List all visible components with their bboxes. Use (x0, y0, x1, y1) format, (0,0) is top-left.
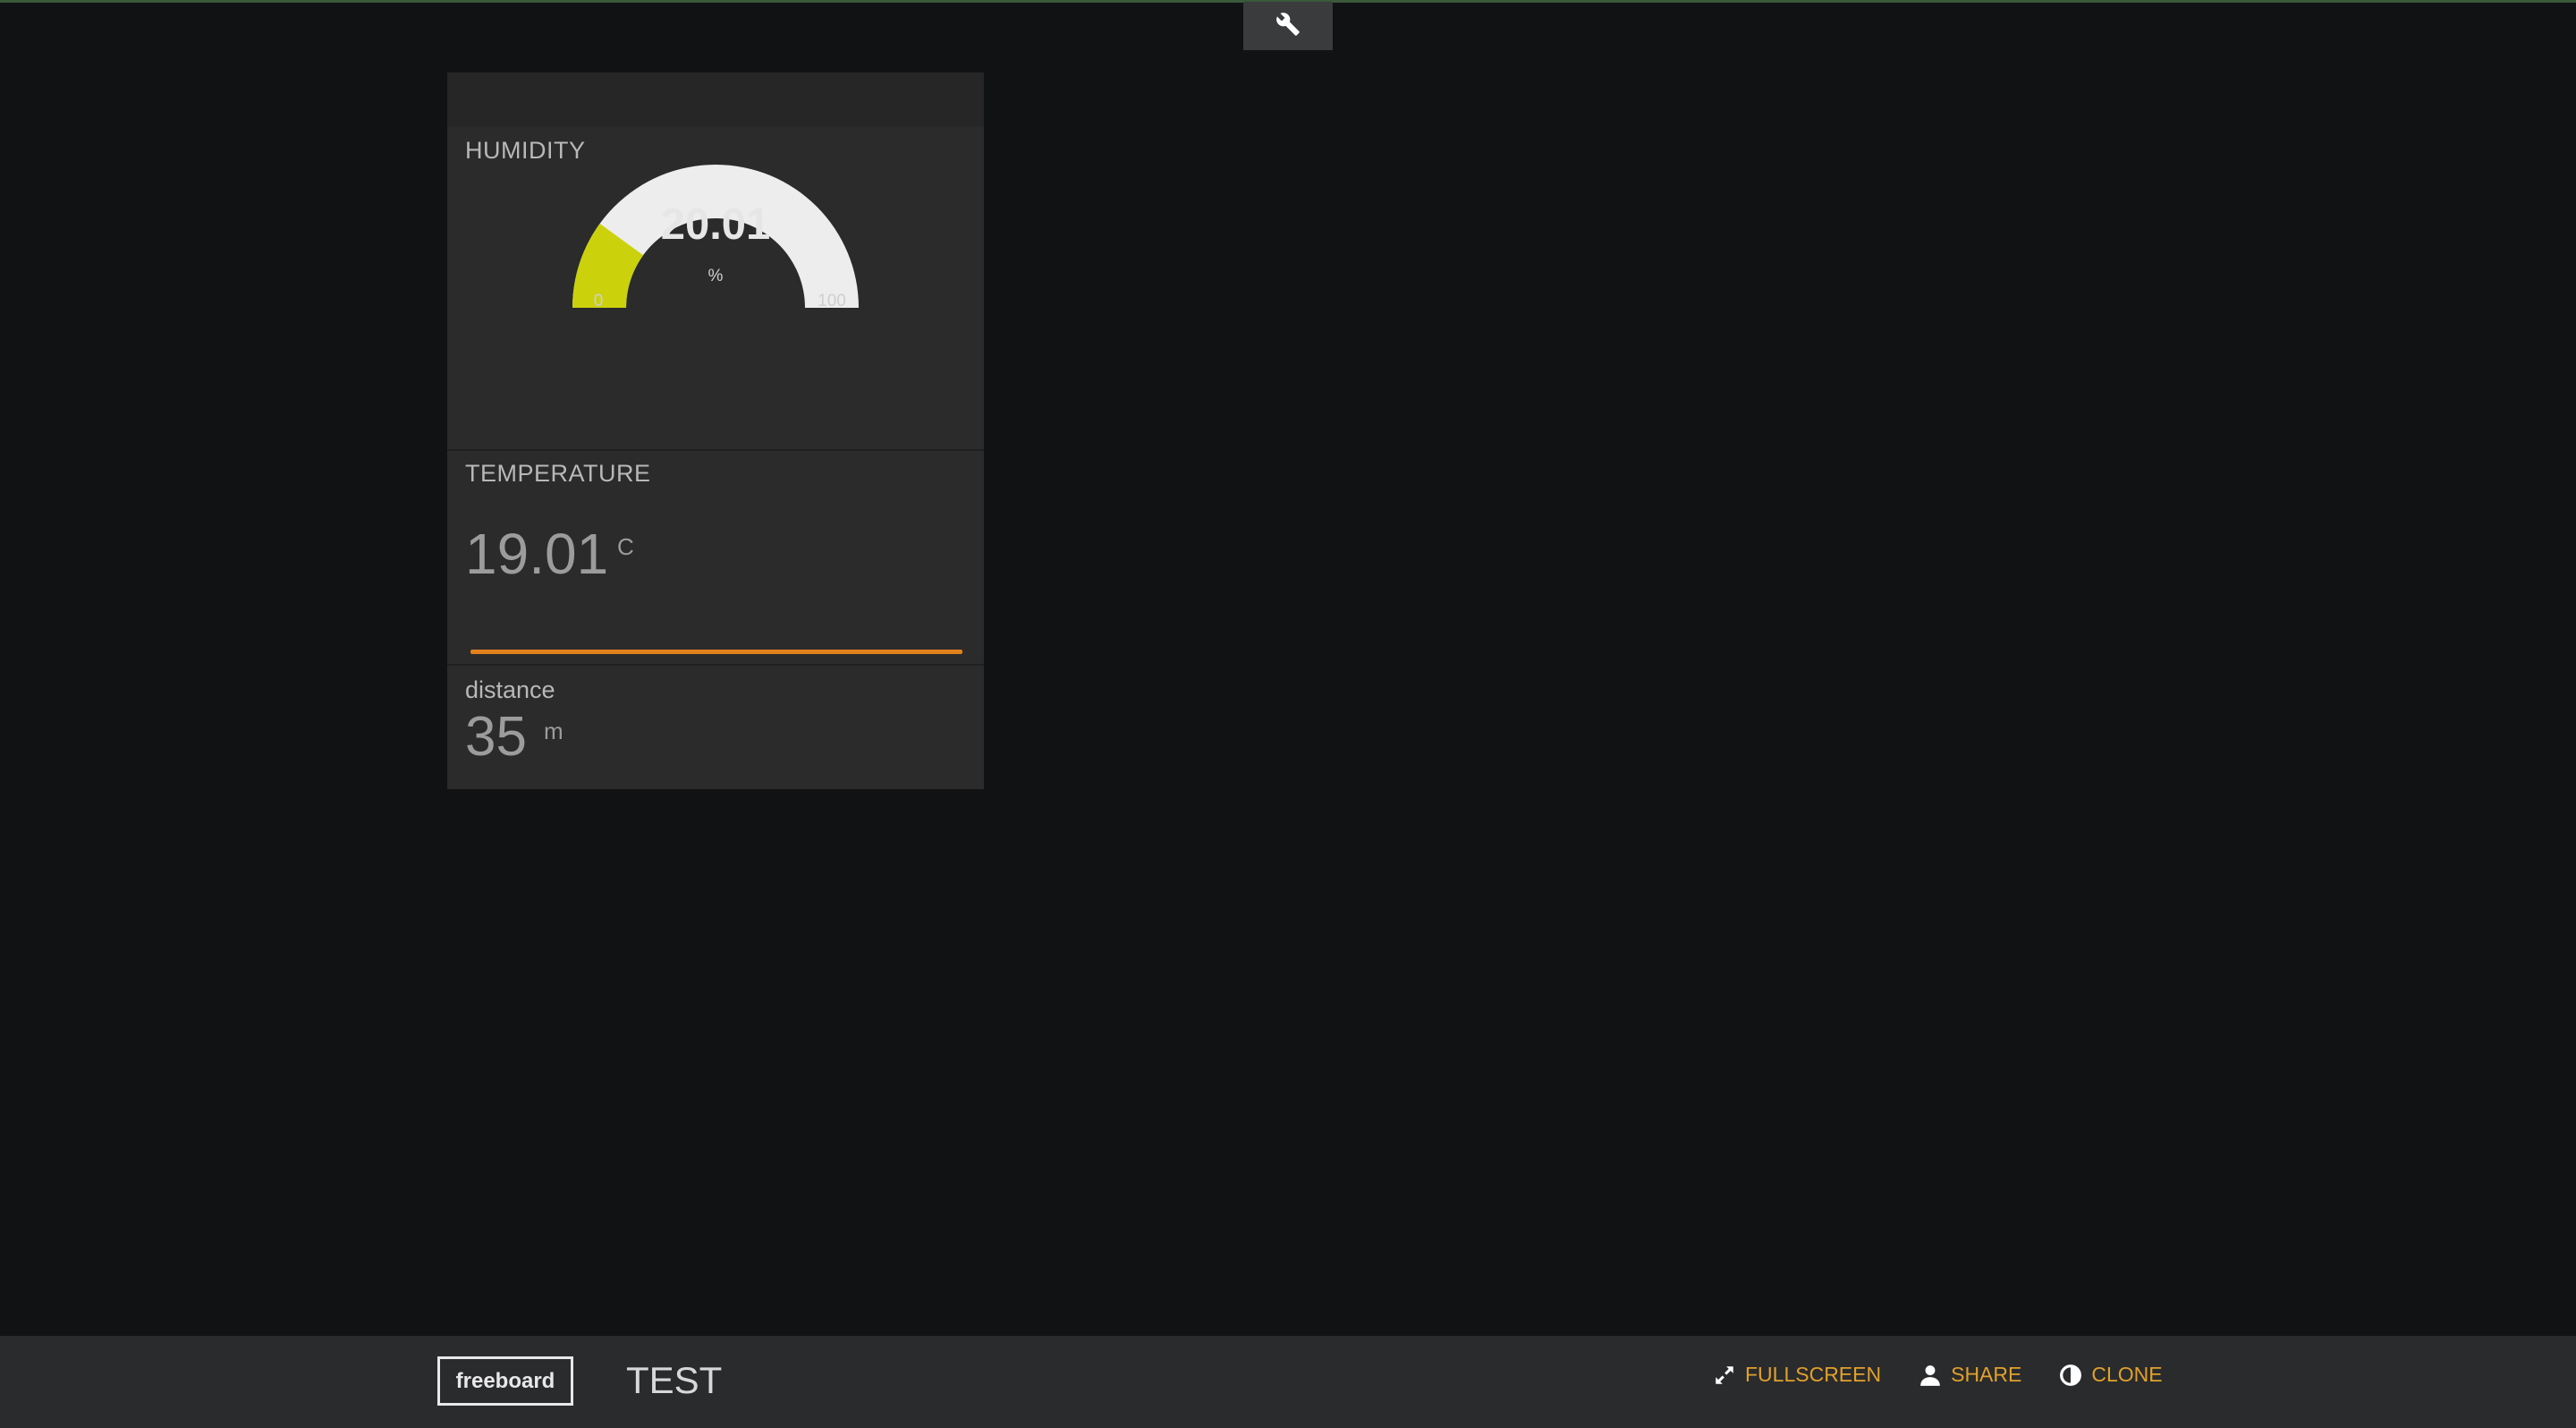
gauge-min: 0 (594, 292, 604, 310)
wrench-icon (1275, 12, 1301, 41)
board-footer: freeboard TEST FULLSCREEN SHARE CLONE (0, 1336, 2576, 1428)
temperature-title: TEMPERATURE (465, 460, 651, 487)
distance-widget: distance 35 m (447, 666, 984, 787)
temperature-widget: TEMPERATURE 19.01 C (447, 451, 984, 666)
share-button[interactable]: SHARE (1919, 1363, 2021, 1387)
fullscreen-label: FULLSCREEN (1745, 1363, 1882, 1386)
distance-title: distance (465, 676, 555, 703)
footer-actions: FULLSCREEN SHARE CLONE (1713, 1363, 2200, 1387)
user-icon (1919, 1364, 1942, 1387)
dashboard-app: HUMIDITY 20.01 % 0 100 TEMPERATURE 19.01… (0, 0, 2576, 1428)
temperature-value: 19.01 (465, 522, 609, 586)
widget-pane: HUMIDITY 20.01 % 0 100 TEMPERATURE 19.01… (447, 72, 984, 789)
humidity-gauge: 20.01 % 0 100 (572, 165, 859, 310)
distance-value: 35 (465, 706, 527, 768)
gauge-units: % (708, 267, 724, 285)
settings-toggle-button[interactable] (1243, 2, 1333, 50)
temperature-units: C (617, 533, 634, 560)
humidity-widget: HUMIDITY 20.01 % 0 100 (447, 126, 984, 451)
temperature-sparkline (470, 650, 962, 654)
board-title: TEST (626, 1359, 723, 1401)
distance-units: m (544, 718, 564, 744)
clone-button[interactable]: CLONE (2059, 1363, 2163, 1387)
fullscreen-button[interactable]: FULLSCREEN (1713, 1363, 1881, 1387)
gauge-max: 100 (818, 292, 846, 310)
freeboard-logo[interactable]: freeboard (437, 1356, 573, 1406)
contrast-icon (2059, 1364, 2082, 1387)
pane-header (447, 72, 984, 126)
expand-icon (1713, 1364, 1736, 1387)
gauge-value: 20.01 (661, 200, 771, 249)
share-label: SHARE (1951, 1363, 2022, 1386)
clone-label: CLONE (2091, 1363, 2163, 1386)
